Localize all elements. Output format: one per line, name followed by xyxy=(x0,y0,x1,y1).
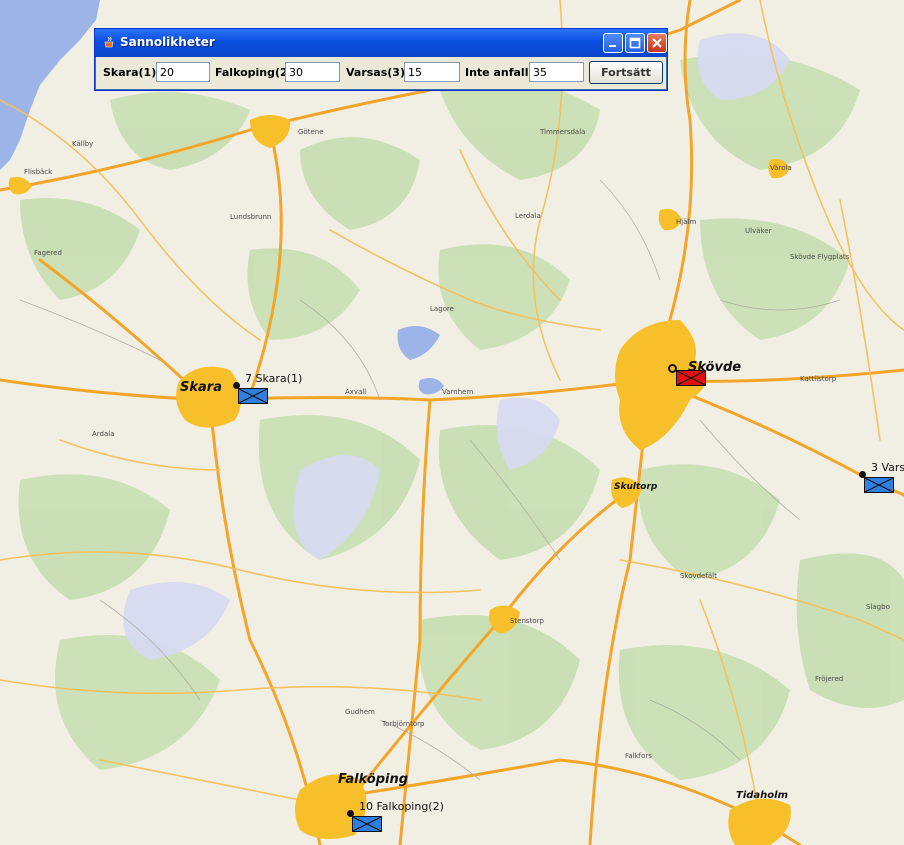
unit-label-varsas: 3 Vars xyxy=(871,461,904,474)
place-label: Lerdala xyxy=(515,212,541,220)
falkoping-label: Falkoping(2) xyxy=(215,66,293,79)
varsas-label: Varsas(3) xyxy=(346,66,405,79)
place-label: Slagbo xyxy=(866,603,890,611)
place-label: Falkfors xyxy=(625,752,652,760)
city-label-skara: Skara xyxy=(180,380,222,395)
city-label-falkoping: Falköping xyxy=(338,772,409,787)
place-label: Flisbäck xyxy=(24,168,53,176)
place-label: Ulväker xyxy=(745,227,772,235)
window-title: Sannolikheter xyxy=(120,35,215,49)
minimize-button[interactable] xyxy=(603,33,623,53)
minimize-icon xyxy=(609,45,616,47)
place-label: Hjälm xyxy=(676,218,697,226)
falkoping-probability-input[interactable] xyxy=(285,62,340,82)
place-label: Lundsbrunn xyxy=(230,213,272,221)
place-label: Fröjered xyxy=(815,675,844,683)
city-label-tidaholm: Tidaholm xyxy=(736,790,788,801)
place-label: Fagered xyxy=(34,249,62,257)
place-label: Skovdefält xyxy=(680,572,717,580)
place-label: Torbjörntorp xyxy=(382,720,425,728)
unit-label-falkoping: 10 Falkoping(2) xyxy=(359,800,444,813)
city-label-skultorp: Skultorp xyxy=(614,482,658,492)
varsas-probability-input[interactable] xyxy=(404,62,460,82)
unit-marker-skovde[interactable] xyxy=(676,370,706,386)
probability-form: Skara(1) Falkoping(2) Varsas(3) Inte anf… xyxy=(95,57,667,90)
unit-cross-icon xyxy=(677,371,705,385)
place-label: Värola xyxy=(770,164,792,172)
place-label: Varnhem xyxy=(442,388,474,396)
map-canvas[interactable] xyxy=(0,0,904,845)
probabilities-window: Sannolikheter Skara(1) Falkoping(2) Vars… xyxy=(94,28,668,91)
unit-cross-icon xyxy=(865,478,893,492)
unit-cross-icon xyxy=(239,389,267,403)
unit-marker-varsas[interactable] xyxy=(864,477,894,493)
place-label: Götene xyxy=(298,128,324,136)
place-label: Skövde Flygplats xyxy=(790,253,850,261)
skara-probability-input[interactable] xyxy=(156,62,210,82)
no-attack-label: Inte anfalla xyxy=(465,66,536,79)
unit-label-skara: 7 Skara(1) xyxy=(245,372,303,385)
place-label: Timmersdala xyxy=(540,128,586,136)
continue-button[interactable]: Fortsätt xyxy=(589,61,663,84)
java-cup-icon xyxy=(104,36,114,48)
maximize-icon xyxy=(629,37,641,49)
unit-cross-icon xyxy=(353,817,381,831)
place-label: Lagore xyxy=(430,305,454,313)
window-titlebar[interactable]: Sannolikheter xyxy=(95,29,667,57)
unit-marker-skara[interactable] xyxy=(238,388,268,404)
skara-label: Skara(1) xyxy=(103,66,157,79)
unit-marker-falkoping[interactable] xyxy=(352,816,382,832)
place-label: Kattilstorp xyxy=(800,375,837,383)
close-icon xyxy=(652,38,662,48)
place-label: Axvall xyxy=(345,388,367,396)
place-label: Stenstorp xyxy=(510,617,544,625)
maximize-button[interactable] xyxy=(625,33,645,53)
place-label: Ardala xyxy=(92,430,115,438)
close-button[interactable] xyxy=(647,33,667,53)
place-label: Källby xyxy=(72,140,94,148)
no-attack-probability-input[interactable] xyxy=(529,62,584,82)
place-label: Gudhem xyxy=(345,708,375,716)
